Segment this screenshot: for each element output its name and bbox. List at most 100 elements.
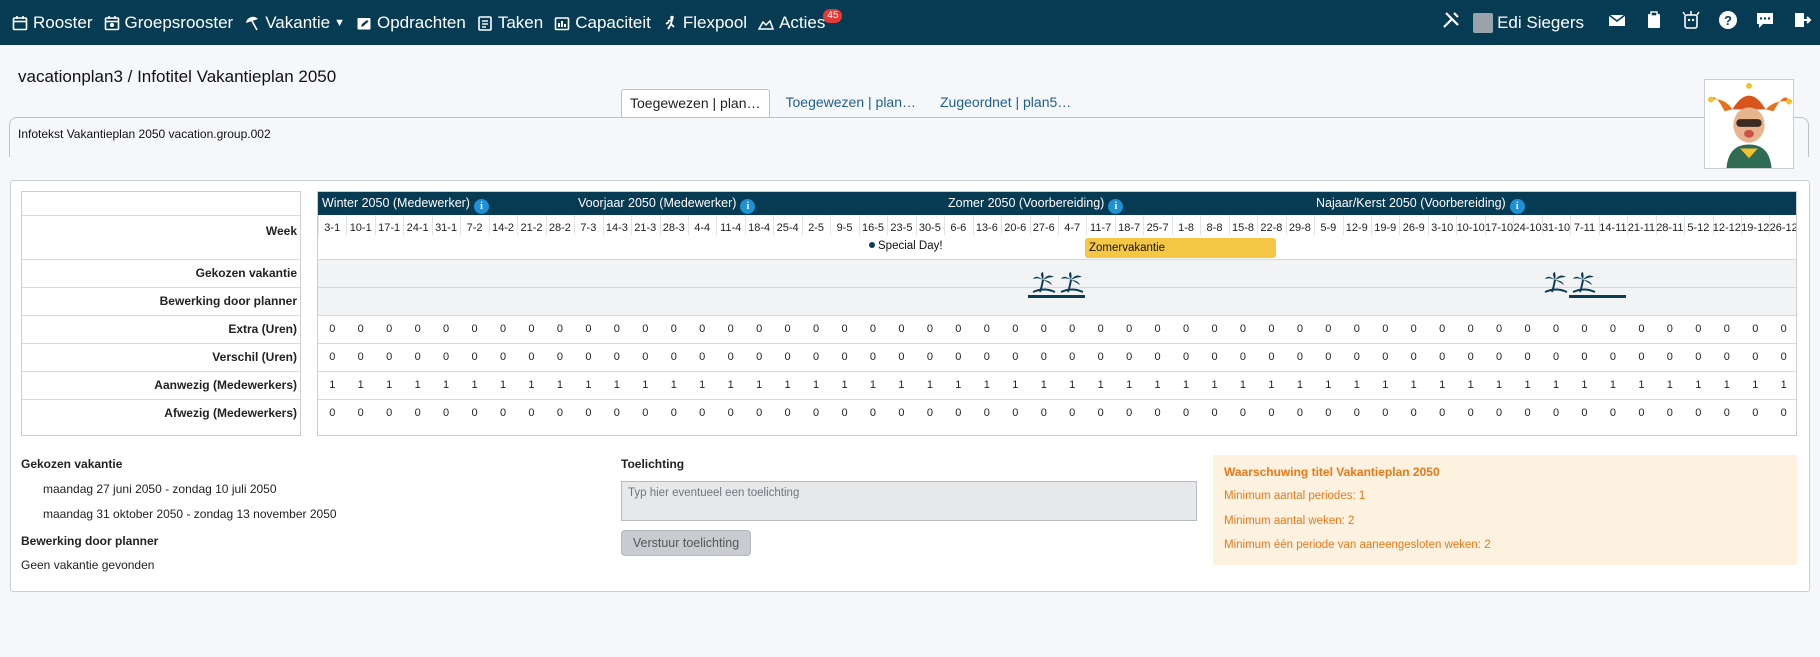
grid-value: 0	[1126, 323, 1133, 335]
tab-toegewezen-2[interactable]: Toegewezen | plan…	[778, 89, 925, 117]
grid-value: 0	[386, 323, 393, 335]
grid-value: 0	[1211, 351, 1218, 363]
palm-tree-icon[interactable]	[1058, 270, 1086, 294]
grid-value: 0	[727, 323, 734, 335]
tools-button[interactable]	[1432, 0, 1469, 45]
nav-opdrachten[interactable]: Opdrachten	[350, 0, 471, 45]
question-icon: ?	[1718, 10, 1738, 35]
grid-value: 1	[955, 379, 962, 391]
logout-button[interactable]	[1783, 0, 1820, 45]
chat-button[interactable]	[1746, 0, 1783, 45]
clipboard-button[interactable]	[1635, 0, 1672, 45]
grid-value: 1	[414, 379, 421, 391]
grid-value: 1	[1752, 379, 1759, 391]
nav-flexpool[interactable]: Flexpool	[656, 0, 752, 45]
week-label: 16-5	[861, 222, 884, 234]
chosen-vacation-title: Gekozen vakantie	[21, 457, 123, 471]
season-label: Winter 2050 (Medewerker)	[322, 196, 470, 210]
chosen-period-underline	[1028, 295, 1085, 298]
warning-line: Minimum aantal periodes: 1	[1224, 490, 1366, 502]
grid-value: 0	[1780, 323, 1787, 335]
nav-label: Vakantie	[265, 12, 331, 32]
week-label: 7-3	[580, 222, 597, 234]
nav-label: Groepsrooster	[124, 12, 234, 32]
grid-value: 1	[556, 379, 563, 391]
grid-value: 0	[1410, 351, 1417, 363]
nav-rooster[interactable]: Rooster	[6, 0, 98, 45]
tab-toegewezen-1[interactable]: Toegewezen | plan…	[621, 89, 770, 117]
palm-tree-icon[interactable]	[1542, 270, 1570, 294]
grid-value: 0	[585, 407, 592, 419]
planner-edit-title: Bewerking door planner	[21, 534, 159, 548]
week-label: 19-9	[1374, 222, 1397, 234]
nav-groepsrooster[interactable]: Groepsrooster	[98, 0, 239, 45]
special-day-marker[interactable]: Special Day!	[869, 240, 943, 252]
help-button[interactable]: ?	[1709, 0, 1746, 45]
grid-value: 0	[841, 323, 848, 335]
palm-tree-icon[interactable]	[1030, 270, 1058, 294]
grid-value: 1	[642, 379, 649, 391]
grid-value: 1	[386, 379, 393, 391]
jester-button[interactable]	[1672, 0, 1709, 45]
grid-value: 0	[1496, 351, 1503, 363]
info-icon[interactable]: i	[1108, 199, 1124, 214]
grid-value: 1	[1666, 379, 1673, 391]
week-label: 5-12	[1687, 222, 1710, 234]
header-spacer	[22, 192, 300, 215]
week-label: 8-8	[1206, 222, 1223, 234]
grid-value: 0	[926, 407, 933, 419]
grid-value: 0	[528, 323, 535, 335]
week-label: 4-7	[1064, 222, 1081, 234]
grid-value: 1	[329, 379, 336, 391]
week-label: 12-9	[1345, 222, 1368, 234]
grid-value: 0	[1638, 407, 1645, 419]
nav-acties[interactable]: Acties 45	[752, 0, 843, 45]
grid-value: 1	[1239, 379, 1247, 391]
grid-value: 0	[1552, 323, 1560, 335]
comment-title: Toelichting	[621, 457, 685, 471]
grid-value: 1	[1069, 379, 1076, 391]
grid-value: 0	[1723, 407, 1730, 419]
tab-zugeordnet[interactable]: Zugeordnet | plan5…	[932, 89, 1079, 117]
week-label: 26-9	[1402, 222, 1425, 234]
nav-taken[interactable]: Taken	[471, 0, 548, 45]
week-label: 21-3	[634, 222, 657, 234]
send-comment-button[interactable]: Verstuur toelichting	[621, 530, 751, 556]
nav-vakantie[interactable]: Vakantie ▼	[238, 0, 350, 45]
grid-value: 1	[1353, 379, 1360, 391]
summer-vacation-bar[interactable]: Zomervakantie	[1085, 238, 1276, 258]
grid-value: 1	[1780, 379, 1787, 391]
nav-capaciteit[interactable]: Capaciteit	[548, 0, 656, 45]
grid-value: 0	[357, 323, 364, 335]
grid-value: 1	[670, 379, 677, 391]
grid-divider	[318, 259, 1796, 260]
grid-value: 0	[670, 323, 677, 335]
info-icon[interactable]: i	[1509, 199, 1525, 214]
grid-value: 0	[1353, 323, 1360, 335]
grid-value: 0	[784, 323, 791, 335]
week-label: 5-9	[1320, 222, 1337, 234]
grid-value: 1	[1012, 379, 1019, 391]
mail-button[interactable]	[1598, 0, 1635, 45]
top-navigation: Rooster Groepsrooster Vakantie ▼ Opdrach…	[0, 0, 1820, 45]
week-label: 11-4	[720, 222, 742, 234]
row-label-chosen: Gekozen vakantie	[22, 259, 300, 287]
grid-value: 0	[443, 351, 450, 363]
grid-value: 1	[357, 379, 364, 391]
comment-textarea[interactable]: Typ hier eventueel een toelichting	[621, 481, 1197, 521]
grid-value: 0	[471, 351, 478, 363]
grid-value: 0	[1126, 407, 1133, 419]
week-label: 24-10	[1513, 222, 1542, 234]
week-label: 21-11	[1627, 222, 1656, 234]
info-icon[interactable]: i	[740, 199, 756, 214]
grid-value: 1	[585, 379, 592, 391]
nav-label: Opdrachten	[377, 12, 466, 32]
user-menu[interactable]: Edi Siegers	[1473, 12, 1584, 33]
palm-tree-icon[interactable]	[1570, 270, 1598, 294]
week-label: 1-8	[1178, 222, 1194, 234]
grid-value: 0	[1012, 351, 1019, 363]
grid-value: 1	[1496, 379, 1503, 391]
info-icon[interactable]: i	[473, 199, 489, 214]
nav-menu: Rooster Groepsrooster Vakantie ▼ Opdrach…	[0, 0, 843, 45]
grid-value: 0	[869, 351, 877, 363]
